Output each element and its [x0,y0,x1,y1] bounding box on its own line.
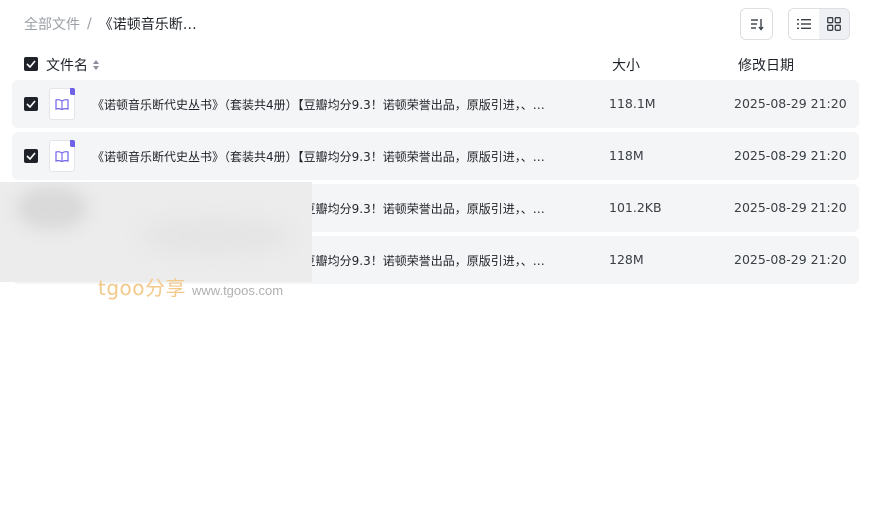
file-size: 118.1M [609,96,656,111]
top-bar: 全部文件 / 《诺顿音乐断… [0,0,874,48]
row-checkbox[interactable] [24,149,38,163]
table-header: 文件名 大小 修改日期 [0,50,874,78]
file-size: 101.2KB [609,200,662,215]
blurred-region [0,182,312,282]
row-checkbox[interactable] [24,97,38,111]
check-icon [26,152,36,160]
grid-view-button[interactable] [819,9,849,39]
file-name[interactable]: 《诺顿音乐断代史丛书》（套装共4册）【豆瓣均分9.3！诺顿荣誉出品，原版引进，、… [92,96,562,113]
file-date: 2025-08-29 21:20 [734,148,847,163]
sort-caret-icon [93,60,99,70]
table-row[interactable]: 《诺顿音乐断代史丛书》（套装共4册）【豆瓣均分9.3！诺顿荣誉出品，原版引进，、… [12,132,859,180]
breadcrumb: 全部文件 / 《诺顿音乐断… [24,14,197,34]
file-size: 118M [609,148,644,163]
breadcrumb-root[interactable]: 全部文件 [24,14,80,34]
header-date: 修改日期 [738,58,794,74]
ebook-file-icon [49,88,75,120]
breadcrumb-separator: / [87,16,92,32]
watermark: tgoo分享 www.tgoos.com [98,272,283,301]
table-row[interactable]: 《诺顿音乐断代史丛书》（套装共4册）【豆瓣均分9.3！诺顿荣誉出品，原版引进，、… [12,80,859,128]
watermark-url: www.tgoos.com [192,283,284,298]
select-all-checkbox[interactable] [24,57,38,71]
file-name[interactable]: 《诺顿音乐断代史丛书》（套装共4册）【豆瓣均分9.3！诺顿荣誉出品，原版引进，、… [92,148,562,165]
list-view-icon [797,19,811,29]
header-name[interactable]: 文件名 [46,55,99,75]
file-size: 128M [609,252,644,267]
header-name-label: 文件名 [46,58,88,74]
header-size: 大小 [612,58,640,74]
view-toggle [788,8,850,40]
list-view-button[interactable] [789,9,819,39]
grid-view-icon [827,17,841,31]
file-date: 2025-08-29 21:20 [734,200,847,215]
file-date: 2025-08-29 21:20 [734,252,847,267]
sort-icon [750,19,764,31]
file-date: 2025-08-29 21:20 [734,96,847,111]
sort-button[interactable] [740,8,773,40]
breadcrumb-current: 《诺顿音乐断… [98,17,197,33]
check-icon [26,60,36,68]
ebook-file-icon [49,140,75,172]
watermark-brand: tgoo分享 [98,276,187,300]
check-icon [26,100,36,108]
